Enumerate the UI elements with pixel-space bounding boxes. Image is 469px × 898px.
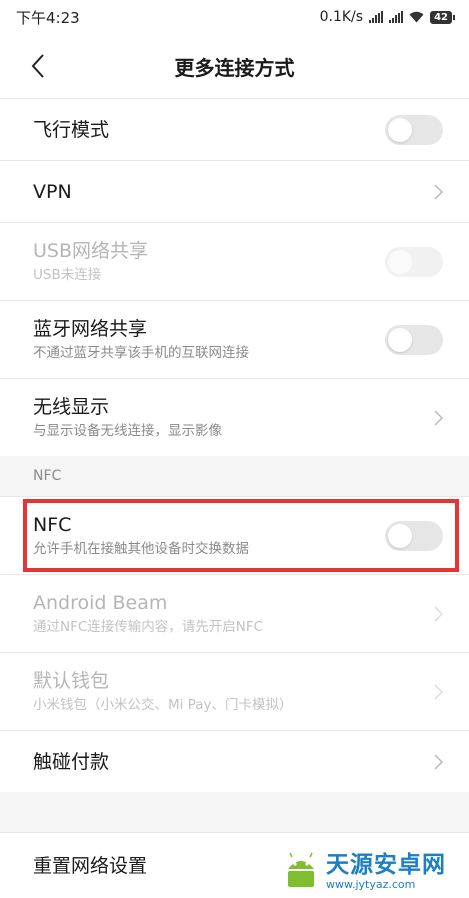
nfc-highlight-box [23, 499, 459, 572]
watermark-url: www.jytyaz.com [326, 878, 416, 891]
setting-subtitle: 通过NFC连接传输内容，请先开启NFC [33, 619, 264, 635]
status-time: 下午4:23 [16, 8, 80, 27]
status-bar: 下午4:23 0.1K/s 42 [0, 0, 469, 34]
section-header-nfc: NFC [0, 456, 469, 496]
page-title: 更多连接方式 [174, 55, 295, 80]
setting-row-bluetooth-tethering[interactable]: 蓝牙网络共享 不通过蓝牙共享该手机的互联网连接 [0, 300, 469, 378]
setting-row-vpn[interactable]: VPN [0, 160, 469, 222]
setting-row-wireless-display[interactable]: 无线显示 与显示设备无线连接，显示影像 [0, 378, 469, 456]
setting-row-tap-and-pay[interactable]: 触碰付款 [0, 730, 469, 792]
signal-icon-2 [389, 11, 404, 23]
setting-row-airplane-mode[interactable]: 飞行模式 [0, 98, 469, 160]
back-arrow-icon[interactable] [26, 53, 52, 79]
setting-subtitle: 小米钱包（小米公交、Mi Pay、门卡模拟） [33, 697, 293, 713]
setting-title: 无线显示 [33, 396, 110, 418]
watermark: 天源安卓网 www.jytyaz.com [280, 846, 469, 898]
usb-tethering-toggle [385, 246, 443, 277]
chevron-right-icon [434, 683, 443, 700]
chevron-right-icon [434, 409, 443, 426]
status-icons: 0.1K/s 42 [320, 9, 455, 25]
section-gap [0, 792, 469, 832]
setting-title: 触碰付款 [33, 750, 110, 773]
chevron-right-icon [434, 605, 443, 622]
watermark-title: 天源安卓网 [326, 852, 446, 878]
setting-row-android-beam: Android Beam 通过NFC连接传输内容，请先开启NFC [0, 574, 469, 652]
network-speed: 0.1K/s [319, 9, 364, 25]
wifi-icon [409, 11, 424, 23]
chevron-right-icon [434, 753, 443, 770]
battery-level: 42 [430, 10, 452, 24]
setting-title: 默认钱包 [33, 670, 110, 692]
battery-icon: 42 [430, 10, 455, 24]
airplane-mode-toggle[interactable] [385, 114, 443, 145]
signal-icon [369, 11, 384, 23]
setting-title: Android Beam [33, 592, 168, 614]
android-logo-icon [288, 852, 314, 887]
setting-subtitle: 与显示设备无线连接，显示影像 [33, 423, 222, 439]
page-header: 更多连接方式 [0, 34, 469, 98]
setting-row-default-wallet: 默认钱包 小米钱包（小米公交、Mi Pay、门卡模拟） [0, 652, 469, 730]
chevron-right-icon [434, 183, 443, 200]
setting-title: VPN [33, 180, 72, 203]
setting-row-usb-tethering: USB网络共享 USB未连接 [0, 222, 469, 300]
bluetooth-tethering-toggle[interactable] [385, 324, 443, 355]
